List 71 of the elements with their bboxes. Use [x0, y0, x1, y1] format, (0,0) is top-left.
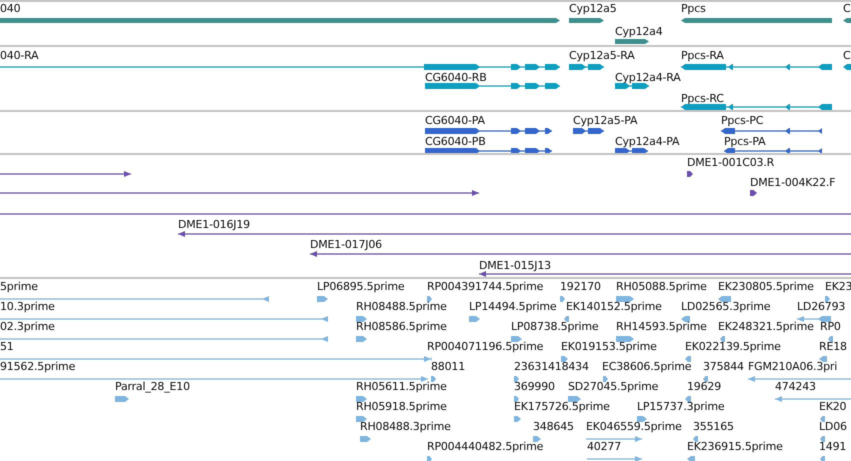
feature-label: LP14494.5prime	[469, 301, 556, 313]
feature-label: C	[843, 3, 850, 15]
feature-label: 91562.5prime	[0, 361, 76, 373]
feature-label: EK175726.5prime	[514, 401, 610, 413]
feature-label: 51	[0, 341, 14, 353]
feature-label: 23631418434	[514, 361, 589, 373]
feature-label: CG6040-PA	[425, 115, 485, 127]
feature-label: 355165	[693, 421, 734, 433]
feature-label: Ppcs-PA	[724, 136, 766, 148]
feature-label: 040	[0, 3, 20, 15]
feature-label: RH05611.5prime	[356, 381, 447, 393]
feature-label: EK20	[819, 401, 846, 413]
feature-label: LD26793	[797, 301, 846, 313]
feature-label: DME1-001C03.R	[687, 157, 774, 169]
feature-label: Cyp12a5-PA	[573, 115, 638, 127]
feature-label: SD27045.5prime	[568, 381, 658, 393]
feature-label: RE18	[819, 341, 847, 353]
feature-label: 88011	[431, 361, 465, 373]
feature-label: LD02565.3prime	[681, 301, 770, 313]
feature-label: Cyp12a5	[569, 3, 617, 15]
feature-label: Cyp12a4	[615, 26, 663, 38]
feature-label: FGM210A06.3pri	[748, 361, 838, 373]
feature-label: DME1-017J06	[310, 239, 382, 251]
feature-label: 375844	[703, 361, 744, 373]
feature-label: 40277	[587, 441, 621, 453]
feature-label: EK248321.5prime	[718, 321, 814, 333]
feature-label: LD06	[819, 421, 847, 433]
feature-label: EK046559.5prime	[586, 421, 682, 433]
feature-label: EC38606.5prime	[602, 361, 692, 373]
feature-label: EK019153.5prime	[561, 341, 657, 353]
feature-label: Cyp12a4-PA	[615, 136, 680, 148]
feature-label: RH05918.5prime	[356, 401, 447, 413]
feature-label: C	[843, 50, 850, 62]
feature-label: Ppcs-PC	[721, 115, 764, 127]
feature-label: DME1-004K22.F	[750, 177, 836, 189]
feature-label: RP0	[820, 321, 841, 333]
feature-label: RH08488.5prime	[356, 301, 447, 313]
feature-label: RH08488.3prime	[360, 421, 451, 433]
feature-label: CG6040-RB	[425, 72, 487, 84]
feature-label: RH14593.5prime	[616, 321, 707, 333]
feature-label: RP004071196.5prime	[427, 341, 544, 353]
feature-label: Ppcs	[681, 3, 706, 15]
feature-label: Cyp12a4-RA	[615, 72, 681, 84]
feature-label: LP15737.3prime	[637, 401, 724, 413]
feature-label: Ppcs-RA	[681, 50, 724, 62]
feature-label: 19629	[687, 381, 721, 393]
feature-label: EK236915.5prime	[687, 441, 783, 453]
feature-label: 369990	[514, 381, 555, 393]
feature-label: DME1-016J19	[178, 219, 250, 231]
feature-label: 192170	[560, 281, 601, 293]
feature-label: RH08586.5prime	[356, 321, 447, 333]
feature-label: 02.3prime	[0, 321, 55, 333]
feature-label: 040-RA	[0, 50, 38, 62]
feature-label: LP08738.5prime	[511, 321, 598, 333]
feature-label: 1491	[819, 441, 846, 453]
feature-label: DME1-015J13	[479, 260, 551, 272]
feature-label: CG6040-PB	[425, 136, 486, 148]
feature-label: EK140152.5prime	[566, 301, 662, 313]
feature-label: 5prime	[0, 281, 38, 293]
feature-label: EK230805.5prime	[718, 281, 814, 293]
feature-label: RP004391744.5prime	[427, 281, 544, 293]
feature-label: EK022139.5prime	[685, 341, 781, 353]
feature-label: LP06895.5prime	[317, 281, 404, 293]
feature-label: Cyp12a5-RA	[569, 50, 635, 62]
feature-label: Parral_28_E10	[115, 381, 190, 393]
feature-label: 474243	[775, 381, 816, 393]
feature-label: RP004440482.5prime	[427, 441, 544, 453]
feature-label: RH05088.5prime	[616, 281, 707, 293]
feature-label: 348645	[533, 421, 574, 433]
feature-label: 10.3prime	[0, 301, 55, 313]
feature-label: Ppcs-RC	[681, 93, 724, 105]
